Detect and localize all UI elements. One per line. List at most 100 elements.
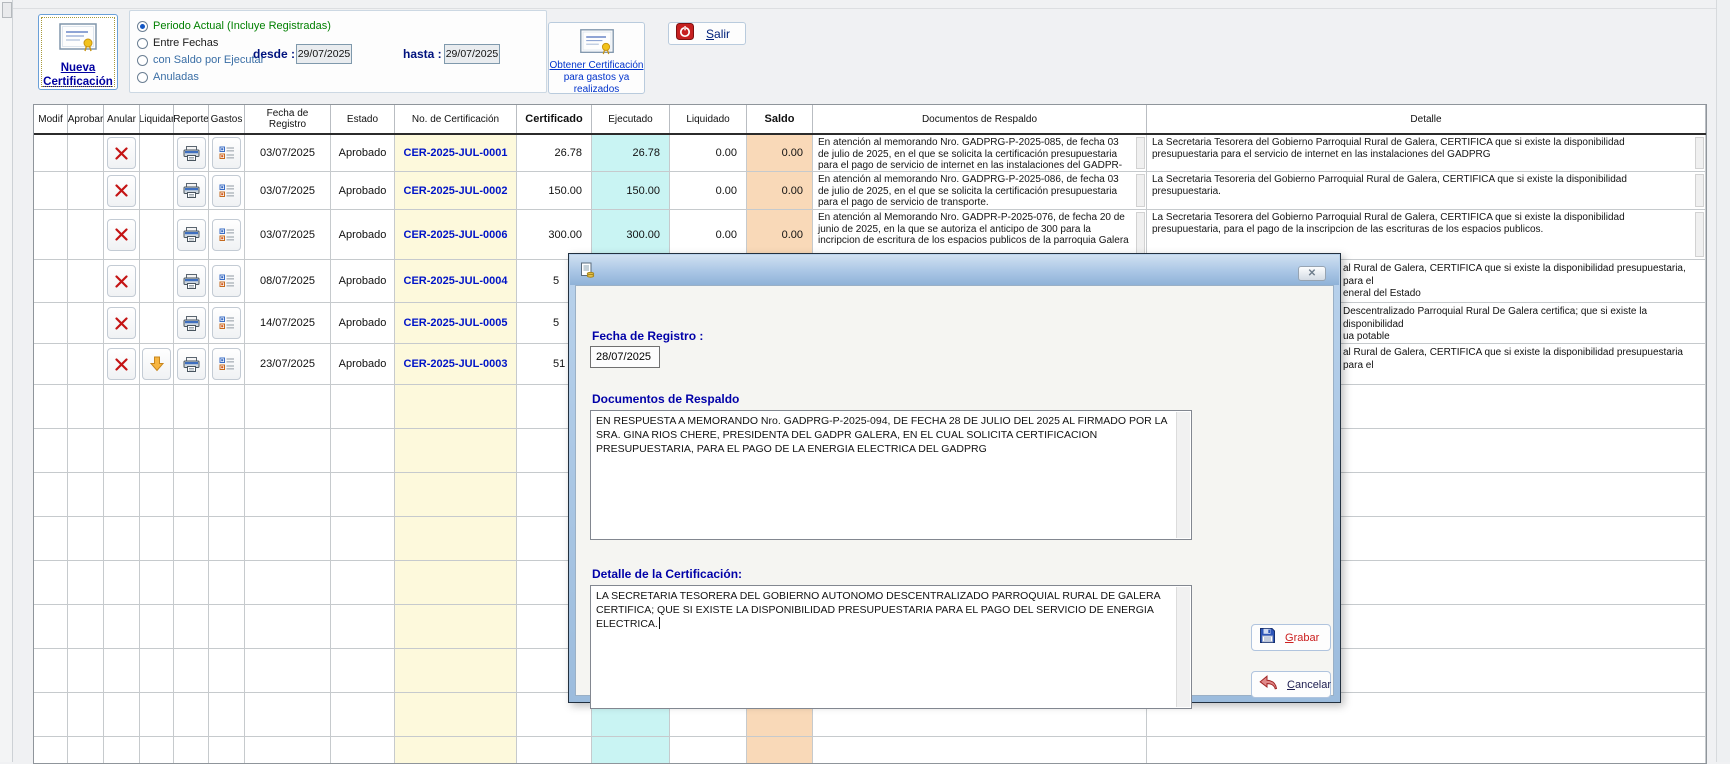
cell-documentos-respaldo[interactable]: En atención al memorando Nro. GADPRG-P-2… (813, 135, 1147, 172)
radio-icon[interactable] (137, 55, 148, 66)
empty-cell-liquidar (140, 737, 174, 764)
reporte-button[interactable] (177, 348, 206, 380)
close-icon[interactable]: ✕ (1298, 266, 1326, 281)
empty-cell-modif (34, 737, 68, 764)
filter-radio-1[interactable]: Periodo Actual (Incluye Registradas) (137, 19, 331, 33)
cell-aprobar (68, 303, 104, 344)
cell-detalle[interactable]: La Secretaria Tesoreria del Gobierno Par… (1147, 172, 1706, 210)
cell-modif (34, 172, 68, 210)
reporte-button[interactable] (177, 137, 206, 169)
certification-number-link[interactable]: CER-2025-JUL-0002 (395, 172, 517, 210)
anular-button[interactable] (107, 175, 136, 207)
empty-cell-fecha-registro (245, 561, 331, 605)
column-header-estado: Estado (331, 105, 395, 133)
detalle-certificacion-textarea[interactable]: LA SECRETARIA TESORERA DEL GOBIERNO AUTO… (590, 585, 1192, 709)
column-header-documentos: Documentos de Respaldo (813, 105, 1147, 133)
certification-number-link[interactable]: CER-2025-JUL-0004 (395, 260, 517, 303)
gastos-button[interactable] (212, 265, 241, 297)
radio-icon[interactable] (137, 38, 148, 49)
reporte-button[interactable] (177, 307, 206, 339)
empty-cell-anular (104, 649, 140, 693)
certification-number-link[interactable]: CER-2025-JUL-0001 (395, 135, 517, 172)
panel-collapse-handle[interactable] (2, 2, 12, 18)
textarea-scrollbar[interactable] (1176, 412, 1190, 538)
nueva-certificacion-button[interactable]: Nueva Certificación (38, 14, 118, 90)
obtener-certificacion-button[interactable]: Obtener Certificación para gastos ya rea… (548, 22, 645, 94)
salir-button[interactable]: Salir (668, 22, 746, 45)
cell-anular (104, 303, 140, 344)
empty-cell-estado (331, 429, 395, 473)
anular-button[interactable] (107, 307, 136, 339)
empty-cell-modif (34, 605, 68, 649)
cell-estado: Aprobado (331, 260, 395, 303)
empty-cell-anular (104, 737, 140, 764)
cell-aprobar (68, 172, 104, 210)
empty-cell-gastos (209, 693, 245, 737)
empty-cell-ejecutado (592, 737, 670, 764)
gastos-button[interactable] (212, 219, 241, 251)
anular-button[interactable] (107, 219, 136, 251)
hasta-label: hasta : (403, 47, 442, 61)
reporte-button[interactable] (177, 175, 206, 207)
documentos-respaldo-textarea[interactable]: EN RESPUESTA A MEMORANDO Nro. GADPRG-P-2… (590, 410, 1192, 540)
filter-radio-4[interactable]: Anuladas (137, 70, 199, 84)
cancelar-label: Cancelar (1287, 679, 1331, 691)
empty-cell-liquidar (140, 561, 174, 605)
liquidar-button[interactable] (142, 348, 171, 380)
cell-anular (104, 260, 140, 303)
gastos-button[interactable] (212, 348, 241, 380)
anular-button[interactable] (107, 265, 136, 297)
desde-date-input[interactable]: 29/07/2025 (296, 44, 352, 64)
column-header-anular: Anular (104, 105, 140, 133)
empty-cell-documentos (813, 737, 1147, 764)
cell-detalle[interactable]: La Secretaria Tesorera del Gobierno Parr… (1147, 135, 1706, 172)
left-panel-edge (0, 0, 13, 762)
empty-cell-fecha-registro (245, 737, 331, 764)
cell-aprobar (68, 210, 104, 260)
cell-fecha-registro: 03/07/2025 (245, 172, 331, 210)
certificate-icon (579, 28, 615, 60)
anular-button[interactable] (107, 137, 136, 169)
gastos-button[interactable] (212, 307, 241, 339)
empty-cell-aprobar (68, 649, 104, 693)
certification-number-link[interactable]: CER-2025-JUL-0003 (395, 344, 517, 385)
reporte-button[interactable] (177, 265, 206, 297)
cell-documentos-respaldo[interactable]: En atención al memorando Nro. GADPRG-P-2… (813, 172, 1147, 210)
cell-modif (34, 260, 68, 303)
document-coins-icon (579, 262, 595, 283)
grabar-button[interactable]: Grabar (1251, 624, 1331, 651)
gastos-button[interactable] (212, 175, 241, 207)
hasta-date-input[interactable]: 29/07/2025 (444, 44, 500, 64)
empty-cell-anular (104, 605, 140, 649)
text-caret (659, 617, 660, 629)
empty-cell-aprobar (68, 561, 104, 605)
filter-radio-3[interactable]: con Saldo por Ejecutar (137, 53, 264, 67)
certification-number-link[interactable]: CER-2025-JUL-0005 (395, 303, 517, 344)
column-header-certificado: Certificado (517, 105, 592, 133)
dialog-title-bar[interactable]: ✕ (570, 255, 1339, 285)
documentos-respaldo-text: EN RESPUESTA A MEMORANDO Nro. GADPRG-P-2… (596, 415, 1167, 455)
cell-estado: Aprobado (331, 210, 395, 260)
filter-radio-2[interactable]: Entre Fechas (137, 36, 218, 50)
radio-icon[interactable] (137, 72, 148, 83)
fecha-registro-input[interactable]: 28/07/2025 (590, 346, 660, 368)
empty-cell-numero (395, 649, 517, 693)
detalle-certificacion-text: LA SECRETARIA TESORERA DEL GOBIERNO AUTO… (596, 590, 1160, 630)
empty-cell-anular (104, 693, 140, 737)
gastos-button[interactable] (212, 137, 241, 169)
certification-number-link[interactable]: CER-2025-JUL-0006 (395, 210, 517, 260)
textarea-scrollbar[interactable] (1176, 587, 1190, 707)
empty-cell-liquidar (140, 429, 174, 473)
reporte-button[interactable] (177, 219, 206, 251)
empty-cell-aprobar (68, 605, 104, 649)
cancelar-button[interactable]: Cancelar (1251, 671, 1331, 698)
empty-cell-reporte (174, 737, 209, 764)
radio-icon[interactable] (137, 21, 148, 32)
radio-label: con Saldo por Ejecutar (153, 54, 264, 66)
cell-liquidado: 0.00 (670, 135, 747, 172)
anular-button[interactable] (107, 348, 136, 380)
empty-cell-numero (395, 385, 517, 429)
cell-fecha-registro: 23/07/2025 (245, 344, 331, 385)
table-row: 03/07/2025AprobadoCER-2025-JUL-0002150.0… (34, 172, 1706, 210)
toolbar-divider (13, 8, 1730, 9)
